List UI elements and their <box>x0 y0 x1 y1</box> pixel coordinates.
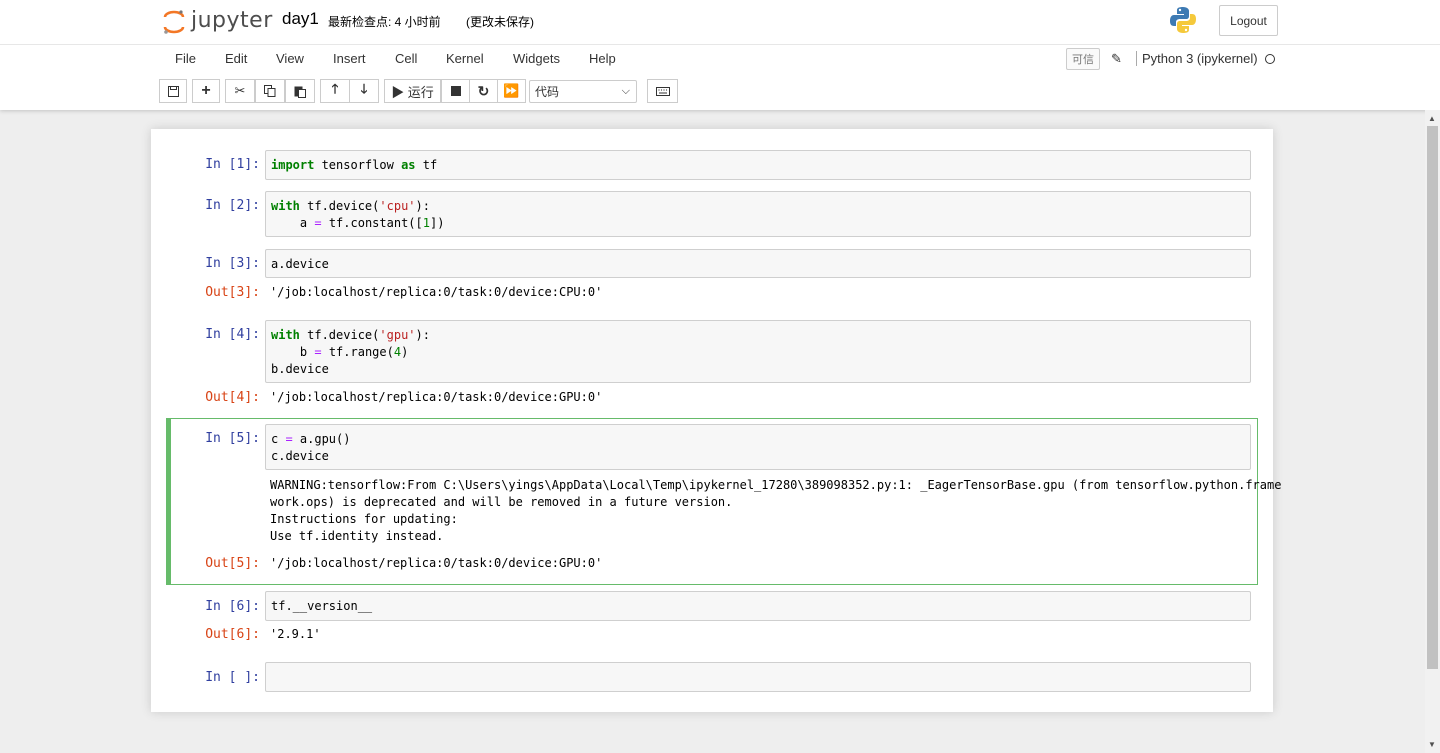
code-input[interactable]: import tensorflow as tf <box>265 150 1251 180</box>
in-prompt: In [2]: <box>205 198 260 213</box>
logout-button[interactable]: Logout <box>1219 5 1278 36</box>
header: jupyter day1 最新检查点: 4 小时前 (更改未保存) Logout… <box>0 0 1440 110</box>
menu-view[interactable]: View <box>276 51 304 66</box>
plus-icon: + <box>201 82 211 99</box>
menu-insert[interactable]: Insert <box>333 51 366 66</box>
in-prompt: In [4]: <box>205 327 260 342</box>
stderr-output: WARNING:tensorflow:From C:\Users\yings\A… <box>270 478 1282 543</box>
interrupt-button[interactable] <box>441 79 470 103</box>
restart-icon: ↻ <box>477 82 490 99</box>
menu-file[interactable]: File <box>175 51 196 66</box>
out-prompt: Out[4]: <box>205 390 260 405</box>
scroll-up-icon[interactable]: ▲ <box>1428 114 1436 123</box>
code-input[interactable] <box>265 662 1251 692</box>
move-down-button[interactable]: 🡓 <box>349 79 379 103</box>
checkpoint-status: 最新检查点: 4 小时前 <box>328 15 441 29</box>
code-input[interactable]: c = a.gpu() c.device <box>265 424 1251 470</box>
cut-button[interactable]: ✂ <box>225 79 255 103</box>
copy-icon <box>264 85 276 97</box>
scroll-down-icon[interactable]: ▼ <box>1428 740 1436 749</box>
jupyter-logo-icon <box>163 9 185 34</box>
out-prompt: Out[3]: <box>205 285 260 300</box>
autosave-status: (更改未保存) <box>466 15 534 29</box>
insert-cell-button[interactable]: + <box>192 79 220 103</box>
menu-widgets[interactable]: Widgets <box>513 51 560 66</box>
restart-button[interactable]: ↻ <box>469 79 498 103</box>
run-button[interactable]: ▶ 运行 <box>384 79 441 103</box>
out-prompt: Out[5]: <box>205 556 260 571</box>
menu-cell[interactable]: Cell <box>395 51 417 66</box>
in-prompt: In [ ]: <box>205 670 260 685</box>
cell-type-select[interactable]: 代码 ⌵ <box>529 80 637 103</box>
notebook-title[interactable]: day1 <box>282 9 319 29</box>
arrow-up-icon: 🡑 <box>331 81 339 96</box>
cell-output: '/job:localhost/replica:0/task:0/device:… <box>270 556 603 570</box>
header-top: jupyter day1 最新检查点: 4 小时前 (更改未保存) Logout <box>0 0 1440 45</box>
stop-icon <box>450 86 461 96</box>
fast-forward-icon: ⏩ <box>503 83 520 98</box>
kernel-idle-icon <box>1265 54 1275 64</box>
code-input[interactable]: with tf.device('gpu'): b = tf.range(4) b… <box>265 320 1251 383</box>
scrollbar-thumb[interactable] <box>1427 126 1438 669</box>
in-prompt: In [1]: <box>205 157 260 172</box>
notebook-container: In [1]: import tensorflow as tf In [2]: … <box>151 129 1281 712</box>
move-up-button[interactable]: 🡑 <box>320 79 350 103</box>
logo-text: jupyter <box>191 7 273 33</box>
edit-pencil-icon[interactable]: ✎ <box>1111 51 1122 67</box>
paste-button[interactable] <box>285 79 315 103</box>
copy-button[interactable] <box>255 79 285 103</box>
command-palette-button[interactable] <box>647 79 678 103</box>
save-icon <box>167 85 179 97</box>
python-logo-icon <box>1168 5 1198 35</box>
code-input[interactable]: a.device <box>265 249 1251 278</box>
in-prompt: In [6]: <box>205 599 260 614</box>
chevron-down-icon: ⌵ <box>621 85 630 97</box>
arrow-down-icon: 🡓 <box>360 81 368 96</box>
out-prompt: Out[6]: <box>205 627 260 642</box>
cell-type-value: 代码 <box>535 85 560 99</box>
menu-help[interactable]: Help <box>589 51 616 66</box>
cell-output: '/job:localhost/replica:0/task:0/device:… <box>270 285 603 299</box>
kernel-name[interactable]: Python 3 (ipykernel) <box>1136 51 1258 66</box>
code-input[interactable]: tf.__version__ <box>265 591 1251 621</box>
menu-kernel[interactable]: Kernel <box>446 51 484 66</box>
in-prompt: In [3]: <box>205 256 260 271</box>
code-input[interactable]: with tf.device('cpu'): a = tf.constant([… <box>265 191 1251 237</box>
scissors-icon: ✂ <box>234 83 246 98</box>
cell-output: '/job:localhost/replica:0/task:0/device:… <box>270 390 603 404</box>
trusted-badge[interactable]: 可信 <box>1066 48 1100 70</box>
paste-icon <box>294 86 306 98</box>
menu-edit[interactable]: Edit <box>225 51 247 66</box>
keyboard-icon <box>655 86 670 96</box>
jupyter-logo[interactable]: jupyter <box>163 6 273 34</box>
in-prompt: In [5]: <box>205 431 260 446</box>
save-button[interactable] <box>159 79 187 103</box>
restart-run-all-button[interactable]: ⏩ <box>497 79 526 103</box>
cell-output: '2.9.1' <box>270 627 321 641</box>
